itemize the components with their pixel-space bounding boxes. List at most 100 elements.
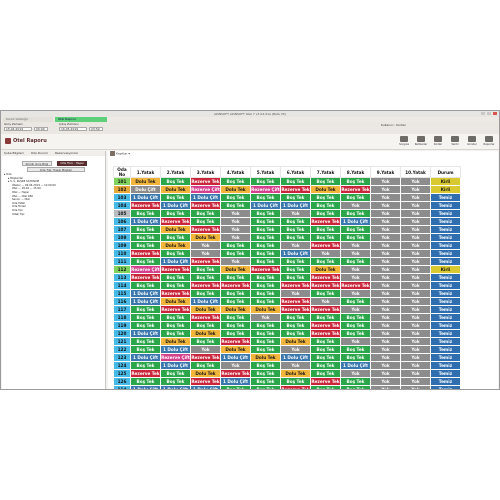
bed-status-cell[interactable]: 1 Dolu Çift — [280, 353, 311, 362]
bed-status-cell[interactable]: Yok — [370, 257, 401, 266]
room-number-cell[interactable]: 126 — [113, 377, 131, 386]
bed-status-cell[interactable]: 1 Dolu Çift — [160, 257, 191, 266]
bed-status-cell[interactable]: Boş Tek — [310, 289, 341, 298]
room-number-cell[interactable]: 125 — [113, 369, 131, 378]
bed-status-cell[interactable]: Boş Tek — [250, 225, 281, 234]
column-header[interactable]: 5.Yatak — [250, 166, 281, 178]
room-number-cell[interactable]: 108 — [113, 233, 131, 242]
bed-status-cell[interactable]: Boş Tek — [130, 257, 161, 266]
bed-status-cell[interactable]: Boş Tek — [220, 193, 251, 202]
bed-status-cell[interactable]: Rezerve Tek — [160, 265, 191, 274]
bed-status-cell[interactable]: Yok — [400, 305, 431, 314]
bed-status-cell[interactable]: Boş Tek — [160, 369, 191, 378]
bed-status-cell[interactable]: Rezerve Tek — [130, 369, 161, 378]
bed-status-cell[interactable]: Kirli — [430, 185, 461, 194]
bed-status-cell[interactable]: 1 Dolu Çift — [280, 201, 311, 210]
bed-status-cell[interactable]: Rezerve Tek — [280, 385, 311, 389]
table-row[interactable]: 118 Boş Tek Boş Tek Rezerve Tek Boş Tek Yok Bo… — [113, 313, 461, 322]
bed-status-cell[interactable]: Rezerve Çift — [130, 265, 161, 274]
bed-status-cell[interactable]: Yok — [400, 385, 431, 389]
tab-rezervasyonlar[interactable]: Rezervasyonlar — [55, 151, 78, 155]
bed-status-cell[interactable]: Yok — [370, 193, 401, 202]
table-row[interactable]: 114 1 Dolu Çift 1 Dolu Çift 1 Dolu Çift Boş … — [113, 385, 461, 389]
bed-status-cell[interactable]: Yok — [370, 265, 401, 274]
toolbar-button-yazdir[interactable]: Yazdır — [447, 136, 463, 148]
room-type-filter[interactable]: Oda Türü : Hepsi — [57, 161, 87, 166]
bed-status-cell[interactable]: Yok — [370, 305, 401, 314]
bed-status-cell[interactable]: Rezerve Tek — [130, 201, 161, 210]
bed-status-cell[interactable]: Boş Tek — [220, 273, 251, 282]
bed-status-cell[interactable]: Boş Tek — [310, 193, 341, 202]
bed-status-cell[interactable]: Boş Tek — [280, 177, 311, 186]
bed-status-cell[interactable]: Yok — [400, 377, 431, 386]
bed-status-cell[interactable]: Boş Tek — [250, 289, 281, 298]
bed-status-cell[interactable]: Boş Tek — [220, 297, 251, 306]
table-row[interactable]: 102 Dolu Çift Dolu Tek Rezerve Çift Dolu Tek… — [113, 185, 461, 194]
bed-status-cell[interactable]: Boş Tek — [190, 321, 221, 330]
table-row[interactable]: 120 1 Dolu Çift Boş Tek Dolu Tek Boş Tek Boş … — [113, 329, 461, 338]
bed-status-cell[interactable]: Rezerve Tek — [340, 281, 371, 290]
table-row[interactable]: 111 Boş Tek 1 Dolu Çift Rezerve Tek Yok Boş T… — [113, 257, 461, 266]
bed-status-cell[interactable]: Boş Tek — [220, 289, 251, 298]
bed-status-cell[interactable]: Boş Tek — [310, 369, 341, 378]
bed-status-cell[interactable]: Rezerve Tek — [220, 369, 251, 378]
bed-status-cell[interactable]: Boş Tek — [280, 193, 311, 202]
bed-status-cell[interactable]: Boş Tek — [310, 345, 341, 354]
table-row[interactable]: 106 1 Dolu Çift Rezerve Tek Boş Tek Yok Boş T… — [113, 217, 461, 226]
bed-status-cell[interactable]: Temiz — [430, 377, 461, 386]
bed-status-cell[interactable]: Boş Tek — [160, 281, 191, 290]
bed-status-cell[interactable]: Rezerve Tek — [220, 281, 251, 290]
bed-status-cell[interactable]: Boş Tek — [190, 265, 221, 274]
bed-status-cell[interactable]: Yok — [220, 225, 251, 234]
bed-status-cell[interactable]: Temiz — [430, 241, 461, 250]
bed-status-cell[interactable]: Dolu Tek — [280, 337, 311, 346]
bed-status-cell[interactable]: Temiz — [430, 233, 461, 242]
bed-status-cell[interactable]: Dolu Tek — [190, 369, 221, 378]
bed-status-cell[interactable]: Dolu Tek — [220, 305, 251, 314]
column-header[interactable]: 3.Yatak — [190, 166, 221, 178]
bed-status-cell[interactable]: Dolu Tek — [130, 177, 161, 186]
bed-status-cell[interactable]: Yok — [340, 369, 371, 378]
room-number-cell[interactable]: 122 — [113, 345, 131, 354]
bed-status-cell[interactable]: Boş Tek — [310, 201, 341, 210]
bed-status-cell[interactable]: Boş Tek — [340, 225, 371, 234]
bed-status-cell[interactable]: Rezerve Çift — [190, 185, 221, 194]
bed-status-cell[interactable]: Boş Tek — [340, 257, 371, 266]
bed-status-cell[interactable]: Boş Tek — [250, 321, 281, 330]
bed-status-cell[interactable]: Yok — [190, 249, 221, 258]
table-row[interactable]: 124 Boş Tek 1 Dolu Çift Boş Tek Yok Boş Tek Yo… — [113, 361, 461, 370]
bed-status-cell[interactable]: Temiz — [430, 369, 461, 378]
bed-status-cell[interactable]: Yok — [400, 217, 431, 226]
bed-status-cell[interactable]: Yok — [400, 329, 431, 338]
bed-status-cell[interactable]: Yok — [370, 377, 401, 386]
bed-status-cell[interactable]: Boş Tek — [340, 313, 371, 322]
bed-status-cell[interactable]: Boş Tek — [310, 313, 341, 322]
table-row[interactable]: 107 Boş Tek Dolu Tek Rezerve Tek Yok Boş Tek B… — [113, 225, 461, 234]
room-number-cell[interactable]: 109 — [113, 241, 131, 250]
bed-status-cell[interactable]: Boş Tek — [250, 281, 281, 290]
bed-status-cell[interactable]: Yok — [400, 345, 431, 354]
bed-status-cell[interactable]: 1 Dolu Çift — [340, 361, 371, 370]
bed-status-cell[interactable]: Yok — [280, 289, 311, 298]
bed-status-cell[interactable]: Yok — [190, 241, 221, 250]
bed-status-cell[interactable]: Temiz — [430, 209, 461, 218]
bed-status-cell[interactable]: Yok — [340, 273, 371, 282]
bed-status-cell[interactable]: Temiz — [430, 217, 461, 226]
bed-status-cell[interactable]: Boş Tek — [250, 193, 281, 202]
toolbar-button-rehberler[interactable]: Rehberler — [413, 136, 429, 148]
bed-status-cell[interactable]: Rezerve Tek — [310, 321, 341, 330]
bed-status-cell[interactable]: 1 Dolu Çift — [160, 201, 191, 210]
room-number-cell[interactable]: 101 — [113, 177, 131, 186]
room-number-cell[interactable]: 116 — [113, 297, 131, 306]
bed-status-cell[interactable]: Boş Tek — [190, 337, 221, 346]
bed-status-cell[interactable]: Yok — [370, 225, 401, 234]
bed-status-cell[interactable]: Rezerve Tek — [340, 185, 371, 194]
bed-status-cell[interactable]: Boş Tek — [130, 313, 161, 322]
bed-status-cell[interactable]: Rezerve Tek — [310, 281, 341, 290]
bed-status-cell[interactable]: 1 Dolu Çift — [130, 385, 161, 389]
room-number-cell[interactable]: 107 — [113, 225, 131, 234]
bed-status-cell[interactable]: Rezerve Tek — [190, 281, 221, 290]
room-number-cell[interactable]: 112 — [113, 265, 131, 274]
bed-status-cell[interactable]: Boş Tek — [250, 249, 281, 258]
bed-status-cell[interactable]: Rezerve Tek — [280, 297, 311, 306]
